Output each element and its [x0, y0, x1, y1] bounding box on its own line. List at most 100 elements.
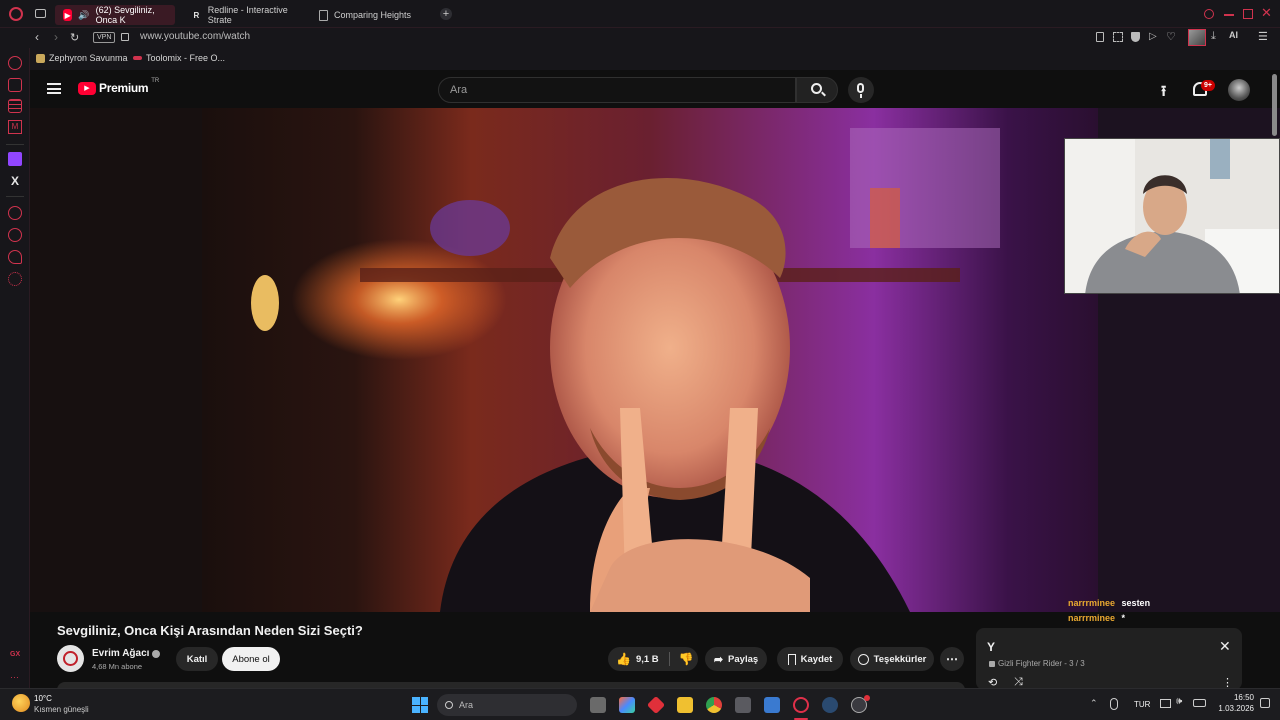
youtube-logo[interactable]: ▶ Premium TR — [78, 78, 159, 95]
video-title: Sevgiliniz, Onca Kişi Arasından Neden Si… — [57, 623, 363, 638]
bookmarks-bar: Zephyron Savunma Toolomix - Free O... — [0, 48, 1280, 70]
chat-text: * — [1121, 613, 1126, 623]
tab-redline[interactable]: R Redline - Interactive Strate — [183, 5, 311, 25]
twitch-icon[interactable] — [8, 152, 22, 166]
upload-icon[interactable]: ⭱ — [1161, 81, 1166, 106]
reload-icon[interactable]: ↻ — [70, 31, 79, 44]
task-view-icon[interactable] — [590, 697, 606, 713]
dislike-icon[interactable]: 👎 — [679, 652, 694, 666]
tray-mic-icon[interactable] — [1110, 698, 1118, 710]
save-button[interactable]: Kaydet — [777, 647, 843, 671]
close-window-icon[interactable]: ✕ — [1261, 5, 1272, 21]
tray-network-icon[interactable] — [1160, 699, 1171, 708]
bookmark-toolomix[interactable]: Toolomix - Free O... — [133, 53, 225, 63]
store-icon[interactable] — [735, 697, 751, 713]
sidebar-divider — [6, 144, 24, 145]
close-playlist-icon[interactable]: ✕ — [1219, 638, 1231, 655]
maximize-icon[interactable] — [1243, 9, 1253, 19]
extensions-icon[interactable] — [8, 250, 22, 264]
speaker-icon[interactable]: 🔊 — [78, 10, 89, 21]
chrome-icon[interactable] — [706, 697, 722, 713]
search-button[interactable] — [796, 77, 838, 103]
share-button[interactable]: ➦ Paylaş — [705, 647, 767, 671]
taskbar-search-box[interactable]: Ara — [437, 694, 577, 716]
bookmark-favicon-icon — [133, 56, 142, 60]
like-divider — [668, 652, 670, 666]
language-indicator[interactable]: TUR — [1134, 700, 1150, 709]
steam-icon[interactable] — [822, 697, 838, 713]
app-red-icon[interactable] — [646, 695, 666, 715]
back-icon[interactable]: ‹ — [35, 30, 39, 44]
news-icon[interactable] — [8, 99, 22, 113]
tab-overview-icon[interactable] — [35, 9, 46, 18]
tray-battery-icon[interactable] — [1193, 699, 1206, 707]
search-tabs-icon[interactable] — [1204, 9, 1214, 19]
start-button-icon[interactable] — [412, 697, 428, 713]
tray-overflow-icon[interactable]: ⌃ — [1090, 698, 1098, 709]
play-icon[interactable]: ▷ — [1149, 31, 1157, 42]
history-icon[interactable] — [8, 228, 22, 242]
subscribe-button[interactable]: Abone ol — [222, 647, 280, 671]
scrollbar-thumb[interactable] — [1272, 74, 1277, 136]
menu-icon[interactable]: ☰ — [1258, 30, 1268, 43]
weather-desc[interactable]: Kısmen güneşli — [34, 705, 89, 714]
hamburger-menu-icon[interactable] — [47, 83, 61, 94]
gx-control-icon[interactable] — [8, 56, 22, 70]
channel-avatar[interactable] — [57, 645, 84, 672]
snapshot-icon[interactable] — [1113, 32, 1123, 42]
youtube-search-input[interactable]: Ara — [438, 77, 796, 103]
file-explorer-icon[interactable] — [677, 697, 693, 713]
pin-icon[interactable] — [1096, 32, 1104, 42]
profile-avatar[interactable] — [1188, 29, 1206, 46]
thanks-button[interactable]: Teşekkürler — [850, 647, 934, 671]
chat-username[interactable]: narrrminee — [1068, 598, 1115, 608]
copilot-icon[interactable] — [619, 697, 635, 713]
notification-center-icon[interactable] — [1260, 698, 1270, 708]
lock-icon[interactable] — [121, 33, 129, 41]
playlist-title[interactable]: Y — [987, 640, 995, 654]
forward-icon[interactable]: › — [54, 30, 58, 44]
clock-time[interactable]: 16:50 — [1216, 693, 1254, 702]
weather-temp[interactable]: 10°C — [34, 694, 52, 703]
like-icon[interactable]: 👍 — [616, 652, 631, 666]
join-button[interactable]: Katıl — [176, 647, 218, 671]
document-favicon-icon — [319, 9, 328, 21]
webcam-overlay — [1064, 138, 1280, 294]
bookmark-zephyron[interactable]: Zephyron Savunma — [36, 53, 128, 63]
heart-icon[interactable]: ♡ — [1166, 30, 1176, 43]
url-text[interactable]: www.youtube.com/watch — [140, 31, 250, 42]
account-avatar[interactable] — [1228, 79, 1250, 101]
new-tab-plus-icon[interactable]: + — [440, 8, 452, 20]
messenger-icon[interactable]: M — [8, 120, 22, 134]
gx-corner-icon[interactable] — [8, 78, 22, 92]
bookmark-favicon-icon — [36, 53, 45, 63]
download-icon[interactable]: ⤓ — [1211, 30, 1216, 43]
player-icon[interactable] — [8, 206, 22, 220]
playlist-menu-icon[interactable]: ⋮ — [1222, 676, 1233, 688]
ai-button[interactable]: AI — [1229, 30, 1238, 40]
bookmark-icon — [787, 653, 796, 665]
shuffle-icon[interactable]: ⤨ — [1014, 676, 1023, 688]
vpn-badge[interactable]: VPN — [93, 32, 116, 43]
chat-username[interactable]: narrrminee — [1068, 613, 1115, 623]
channel-name-row[interactable]: Evrim Ağacı — [92, 648, 161, 659]
gx-label[interactable]: GX — [10, 651, 20, 658]
loop-icon[interactable]: ⟲ — [988, 676, 997, 688]
video-player[interactable] — [30, 108, 1098, 612]
more-actions-button[interactable]: ⋯ — [940, 647, 964, 671]
tab-comparing-heights[interactable]: Comparing Heights — [311, 5, 431, 25]
opera-gx-taskbar-icon[interactable] — [793, 697, 809, 713]
x-twitter-icon[interactable]: X — [8, 174, 22, 188]
tab-youtube[interactable]: ▶ 🔊 (62) Sevgiliniz, Onca K — [55, 5, 175, 25]
tray-volume-icon[interactable]: 🕪 — [1176, 696, 1182, 707]
weather-icon[interactable] — [12, 694, 30, 712]
shield-icon[interactable] — [1131, 32, 1140, 42]
clock-date[interactable]: 1.03.2026 — [1212, 704, 1254, 713]
settings-gear-icon[interactable] — [8, 272, 22, 286]
more-icon[interactable]: ··· — [10, 672, 19, 682]
voice-search-button[interactable] — [848, 77, 874, 103]
like-count[interactable]: 9,1 B — [636, 654, 659, 665]
opera-gx-logo-icon[interactable] — [9, 7, 23, 21]
mail-icon[interactable] — [764, 697, 780, 713]
minimize-icon[interactable] — [1224, 14, 1234, 16]
